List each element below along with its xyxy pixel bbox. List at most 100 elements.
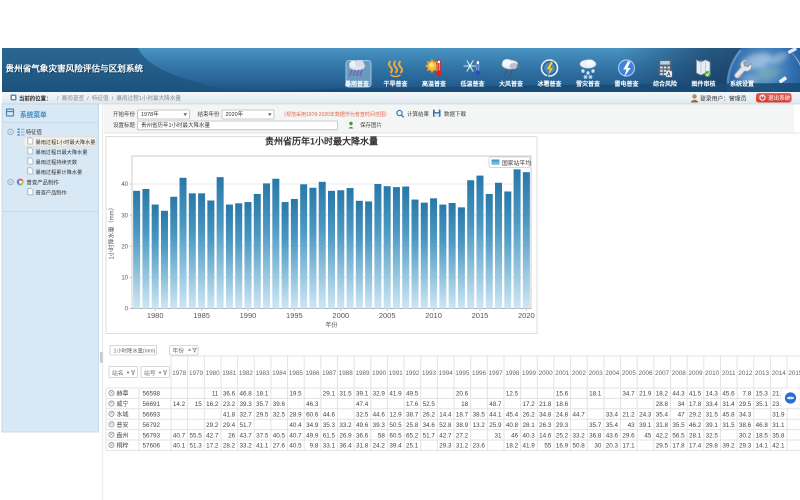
svg-text:40.1: 40.1 [173, 443, 186, 450]
svg-text:39.2: 39.2 [722, 443, 735, 450]
svg-text:1999: 1999 [522, 370, 537, 377]
svg-text:盘州: 盘州 [117, 431, 129, 439]
svg-text:普查产品制作: 普查产品制作 [36, 188, 67, 196]
svg-text:图件审核: 图件审核 [691, 80, 715, 88]
svg-text:1993: 1993 [422, 370, 437, 377]
svg-text:17.6: 17.6 [406, 401, 419, 408]
svg-text:41.9: 41.9 [389, 391, 402, 398]
svg-text:52.5: 52.5 [423, 401, 436, 408]
svg-text:26.9: 26.9 [339, 432, 352, 439]
svg-text:2009: 2009 [688, 370, 703, 377]
svg-text:30: 30 [594, 443, 602, 450]
svg-text:（规范采用1978-2020年数据作为普查时间范围）: （规范采用1978-2020年数据作为普查时间范围） [281, 111, 390, 118]
svg-text:2000: 2000 [332, 311, 349, 320]
svg-text:退出系统: 退出系统 [768, 94, 791, 102]
svg-text:15: 15 [195, 401, 203, 408]
svg-text:×: × [110, 391, 114, 397]
svg-text:计算结果: 计算结果 [407, 110, 430, 118]
svg-text:40: 40 [121, 182, 128, 188]
svg-text:38.5: 38.5 [473, 412, 486, 419]
svg-text:23.6: 23.6 [473, 443, 486, 450]
svg-text:1983: 1983 [256, 370, 271, 377]
svg-text:47.4: 47.4 [356, 401, 369, 408]
svg-text:暴雨过程持续天数: 暴雨过程持续天数 [36, 158, 78, 166]
svg-text:2005: 2005 [379, 311, 396, 320]
svg-text:29.5: 29.5 [739, 401, 752, 408]
svg-text:17.2: 17.2 [523, 401, 536, 408]
svg-text:45.8: 45.8 [722, 412, 735, 419]
svg-text:42.7: 42.7 [206, 432, 219, 439]
svg-text:24.2: 24.2 [373, 443, 386, 450]
svg-text:26: 26 [228, 432, 236, 439]
svg-text:56792: 56792 [143, 422, 161, 429]
svg-text:35.8: 35.8 [772, 432, 785, 439]
svg-text:46: 46 [511, 432, 519, 439]
svg-text:32.5: 32.5 [706, 432, 719, 439]
svg-text:45: 45 [644, 432, 652, 439]
svg-text:站号: 站号 [144, 369, 156, 377]
svg-text:31.5: 31.5 [722, 422, 735, 429]
svg-text:43: 43 [628, 422, 636, 429]
svg-text:14.1: 14.1 [756, 443, 769, 450]
svg-text:1989: 1989 [355, 370, 370, 377]
svg-text:55: 55 [544, 443, 552, 450]
svg-text:11: 11 [212, 391, 219, 398]
svg-text:34.9: 34.9 [306, 422, 319, 429]
svg-text:2002: 2002 [572, 370, 587, 377]
svg-text:35.1: 35.1 [756, 401, 769, 408]
svg-text:站名: 站名 [112, 369, 124, 377]
svg-text:10: 10 [121, 276, 128, 282]
svg-text:33.1: 33.1 [323, 443, 336, 450]
svg-text:39.1: 39.1 [706, 422, 719, 429]
svg-text:32.5: 32.5 [273, 412, 286, 419]
svg-text:21.9: 21.9 [639, 391, 652, 398]
svg-text:设置标题: 设置标题 [113, 121, 136, 129]
svg-text:34.8: 34.8 [539, 412, 552, 419]
svg-text:20: 20 [121, 244, 128, 250]
svg-text:×: × [110, 401, 114, 407]
svg-text:1990: 1990 [372, 370, 387, 377]
svg-text:×: × [110, 412, 114, 418]
svg-text:暴雨过程累计降水量: 暴雨过程累计降水量 [36, 168, 83, 176]
svg-text:2010: 2010 [705, 370, 720, 377]
svg-text:35.7: 35.7 [589, 422, 602, 429]
svg-text:2000: 2000 [539, 370, 554, 377]
svg-text:35.7: 35.7 [256, 401, 269, 408]
svg-text:41.9: 41.9 [523, 443, 536, 450]
svg-text:17.1: 17.1 [622, 443, 635, 450]
svg-text:47: 47 [678, 412, 686, 419]
svg-text:48.7: 48.7 [489, 401, 502, 408]
svg-text:12.5: 12.5 [506, 391, 519, 398]
svg-text:威宁: 威宁 [117, 400, 129, 408]
svg-text:17.8: 17.8 [672, 443, 685, 450]
svg-text:数据下载: 数据下载 [444, 110, 467, 118]
svg-text:30.2: 30.2 [739, 432, 752, 439]
svg-text:40.5: 40.5 [273, 432, 286, 439]
svg-text:2011: 2011 [722, 370, 736, 377]
svg-text:登录用户：管理员: 登录用户：管理员 [700, 95, 747, 103]
svg-text:1995: 1995 [286, 311, 303, 320]
svg-text:20.3: 20.3 [606, 443, 619, 450]
svg-text:44.6: 44.6 [373, 412, 386, 419]
svg-text:33.4: 33.4 [606, 412, 619, 419]
svg-text:31.5: 31.5 [339, 391, 352, 398]
svg-text:40.7: 40.7 [289, 432, 302, 439]
svg-text:45.6: 45.6 [722, 391, 735, 398]
svg-text:2020年: 2020年 [226, 110, 244, 118]
svg-text:1988: 1988 [339, 370, 354, 377]
svg-text:17.2: 17.2 [206, 443, 219, 450]
svg-text:1992: 1992 [405, 370, 420, 377]
svg-text:1987: 1987 [322, 370, 337, 377]
svg-text:42.2: 42.2 [656, 432, 669, 439]
svg-text:21.2: 21.2 [622, 412, 635, 419]
svg-text:15.6: 15.6 [556, 391, 569, 398]
svg-text:1985: 1985 [193, 311, 210, 320]
svg-text:49.5: 49.5 [406, 391, 419, 398]
svg-text:33.2: 33.2 [339, 422, 352, 429]
svg-text:49.6: 49.6 [356, 422, 369, 429]
svg-text:31.2: 31.2 [456, 443, 469, 450]
svg-text:56693: 56693 [143, 412, 161, 419]
svg-text:1978: 1978 [172, 370, 187, 377]
svg-text:29.6: 29.6 [622, 432, 635, 439]
svg-text:28.1: 28.1 [689, 432, 702, 439]
